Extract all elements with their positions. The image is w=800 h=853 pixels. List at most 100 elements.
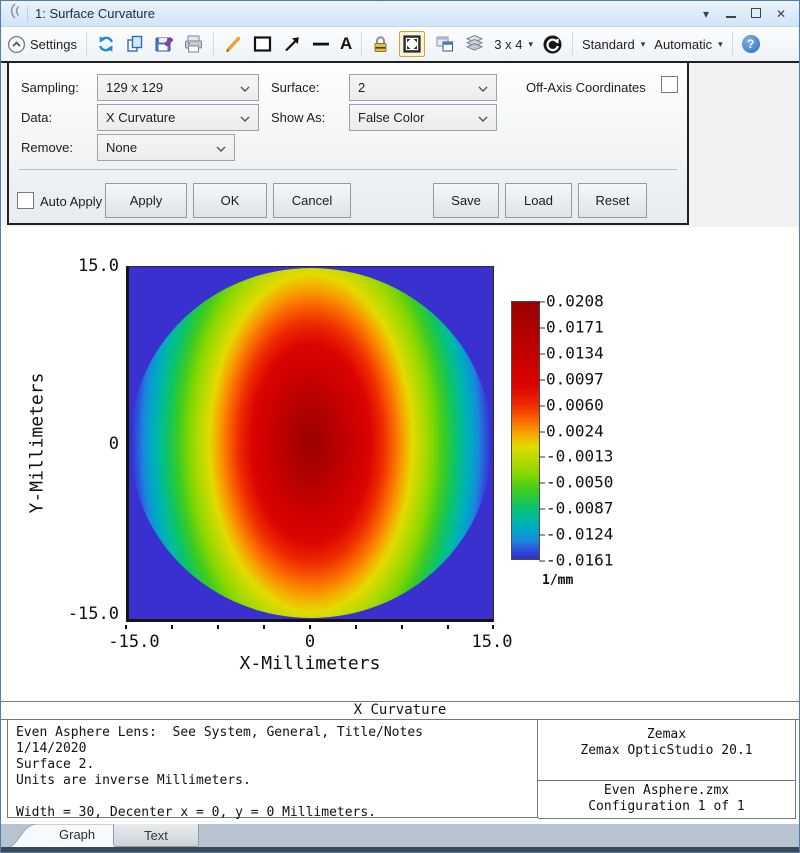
expand-window-icon[interactable] <box>399 31 425 57</box>
note-line: 1/14/2020 <box>16 741 537 757</box>
y-tick-label: 15.0 <box>45 256 119 276</box>
colorbar-label: -0.0124 <box>546 525 613 544</box>
brand-line: Zemax OpticStudio 20.1 <box>538 743 795 759</box>
load-button[interactable]: Load <box>505 183 572 218</box>
x-axis-tick <box>309 625 311 629</box>
brand-box: Zemax Zemax OpticStudio 20.1 <box>538 720 796 781</box>
maximize-button[interactable] <box>748 6 764 22</box>
reset-button[interactable]: Reset <box>578 183 647 218</box>
chevron-down-icon <box>478 110 488 125</box>
lock-icon[interactable] <box>371 34 390 54</box>
auto-update-icon[interactable] <box>542 34 563 55</box>
tabbar: Graph Text <box>1 823 799 853</box>
pin-icon[interactable] <box>7 2 21 25</box>
x-axis-tick <box>171 625 173 629</box>
tab-text[interactable]: Text <box>113 824 199 847</box>
refresh-icon[interactable] <box>96 34 116 54</box>
show-as-label: Show As: <box>271 110 325 125</box>
sampling-label: Sampling: <box>21 80 79 95</box>
toolbar-separator <box>86 32 87 56</box>
chevron-down-icon <box>240 80 250 95</box>
file-box: Even Asphere.zmx Configuration 1 of 1 <box>538 781 796 819</box>
surface-select[interactable]: 2 <box>349 74 497 101</box>
colorbar-label: -0.0013 <box>546 447 613 466</box>
sampling-value: 129 x 129 <box>106 80 163 95</box>
close-button[interactable]: ✕ <box>773 6 789 22</box>
x-tick-label: -15.0 <box>108 632 159 652</box>
colorbar-label: -0.0087 <box>546 499 613 518</box>
layers-icon[interactable] <box>464 34 485 54</box>
window-menu-button[interactable]: ▾ <box>698 6 714 22</box>
chevron-down-icon <box>240 110 250 125</box>
panel-divider <box>19 169 677 170</box>
note-line: Width = 30, Decenter x = 0, y = 0 Millim… <box>16 805 537 821</box>
show-as-select[interactable]: False Color <box>349 104 497 131</box>
x-tick-label: 15.0 <box>472 632 513 652</box>
text-tool-icon[interactable]: A <box>340 34 352 54</box>
surface-curvature-window: 1: Surface Curvature ▾ ✕ Settings <box>0 0 800 853</box>
toolbar-separator <box>361 32 362 56</box>
apply-button[interactable]: Apply <box>105 183 187 218</box>
annotation-panel: X Curvature Even Asphere Lens: See Syste… <box>1 701 799 823</box>
arrow-icon[interactable] <box>282 34 302 54</box>
annotation-body: Even Asphere Lens: See System, General, … <box>1 720 799 822</box>
rectangle-icon[interactable] <box>252 34 273 54</box>
print-icon[interactable] <box>183 34 204 54</box>
remove-select[interactable]: None <box>97 134 235 161</box>
x-axis-tick <box>355 625 357 629</box>
cascade-windows-icon[interactable] <box>434 34 455 54</box>
brand-line: Zemax <box>538 727 795 743</box>
sampling-select[interactable]: 129 x 129 <box>97 74 259 101</box>
grid-layout-label: 3 x 4 <box>494 37 522 52</box>
standard-label: Standard <box>582 37 635 52</box>
standard-dropdown[interactable]: Standard ▾ <box>582 37 645 52</box>
x-axis-tick <box>125 625 127 629</box>
help-icon[interactable]: ? <box>742 35 760 53</box>
settings-band: Sampling: 129 x 129 Surface: 2 Off-Axis … <box>1 61 799 227</box>
colorbar-label: -0.0161 <box>546 551 613 570</box>
data-select[interactable]: X Curvature <box>97 104 259 131</box>
save-image-icon[interactable] <box>154 34 174 54</box>
titlebar[interactable]: 1: Surface Curvature ▾ ✕ <box>1 1 799 27</box>
curvature-aperture <box>130 268 492 618</box>
copy-icon[interactable] <box>125 34 145 54</box>
settings-panel: Sampling: 129 x 129 Surface: 2 Off-Axis … <box>7 63 689 225</box>
auto-apply-checkbox[interactable] <box>17 192 34 209</box>
toolbar: Settings A <box>1 27 799 61</box>
auto-apply-label: Auto Apply <box>40 194 102 209</box>
x-axis-title: X-Millimeters <box>240 653 381 674</box>
graph-area: Y-Millimeters 15.0 0 -15.0 <box>1 227 799 701</box>
minimize-button[interactable] <box>723 6 739 22</box>
chevron-down-icon: ▾ <box>641 39 646 50</box>
pencil-icon[interactable] <box>223 34 243 54</box>
colorbar-label: -0.0050 <box>546 473 613 492</box>
y-tick-label: 0 <box>45 434 119 454</box>
automatic-dropdown[interactable]: Automatic ▾ <box>654 37 722 52</box>
colorbar-label: 0.0134 <box>546 344 604 363</box>
x-axis-tick <box>492 625 494 629</box>
line-icon[interactable] <box>311 34 331 54</box>
cancel-button[interactable]: Cancel <box>273 183 351 218</box>
grid-layout-dropdown[interactable]: 3 x 4 ▾ <box>494 37 533 52</box>
x-axis-tick <box>447 625 449 629</box>
off-axis-checkbox[interactable] <box>661 76 678 93</box>
tab-graph-label: Graph <box>59 827 95 842</box>
false-color-plot <box>126 266 494 622</box>
save-button[interactable]: Save <box>433 183 499 218</box>
surface-value: 2 <box>358 80 365 95</box>
colorbar-units: 1/mm <box>542 573 573 588</box>
titlebar-separator <box>27 6 29 21</box>
colorbar-label: 0.0208 <box>546 292 604 311</box>
x-axis-tick <box>401 625 403 629</box>
annotation-right-column: Zemax Zemax OpticStudio 20.1 Even Aspher… <box>538 720 796 819</box>
automatic-label: Automatic <box>654 37 712 52</box>
chevron-down-icon <box>216 140 226 155</box>
x-tick-label: 0 <box>305 632 315 652</box>
ok-button[interactable]: OK <box>193 183 267 218</box>
bottom-strip <box>1 847 799 853</box>
colorbar-label: 0.0024 <box>546 422 604 441</box>
file-line: Configuration 1 of 1 <box>538 799 795 815</box>
toolbar-separator <box>732 32 733 56</box>
y-tick-label: -15.0 <box>45 604 119 624</box>
settings-toggle-button[interactable]: Settings <box>7 35 77 54</box>
